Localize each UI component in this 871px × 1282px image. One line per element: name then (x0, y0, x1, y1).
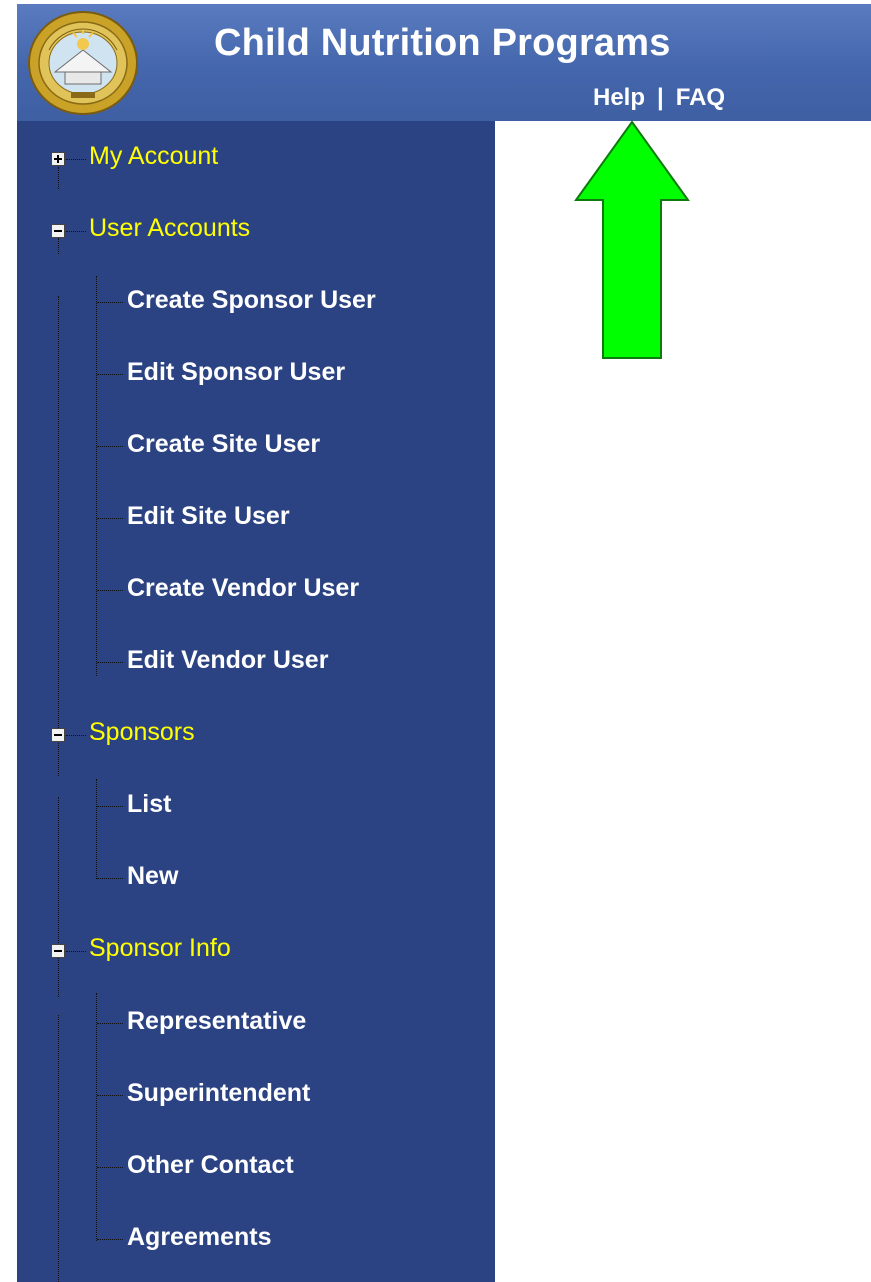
page-title: Child Nutrition Programs (214, 22, 671, 64)
collapse-icon[interactable] (51, 944, 65, 958)
tree-node-my-account[interactable]: My Account (17, 139, 495, 179)
menu-item-edit-sponsor-user[interactable]: Edit Sponsor User (17, 355, 495, 395)
menu-item-list[interactable]: List (17, 787, 495, 827)
menu-item-create-site-user[interactable]: Create Site User (17, 427, 495, 467)
menu-item-create-sponsor-user[interactable]: Create Sponsor User (17, 283, 495, 323)
sponsor-info-label[interactable]: Sponsor Info (89, 934, 231, 963)
tree-connector (97, 1095, 123, 1096)
my-account-label[interactable]: My Account (89, 142, 218, 171)
menu-item-label[interactable]: Agreements (127, 1223, 272, 1252)
tree-connector (97, 878, 123, 879)
menu-item-edit-site-user[interactable]: Edit Site User (17, 499, 495, 539)
faq-link[interactable]: FAQ (676, 84, 725, 111)
user-accounts-label[interactable]: User Accounts (89, 214, 250, 243)
menu-item-label[interactable]: Edit Vendor User (127, 646, 328, 675)
tree-node-sponsor-info[interactable]: Sponsor Info (17, 931, 495, 971)
tree-connector (97, 374, 123, 375)
menu-item-label[interactable]: Edit Sponsor User (127, 358, 345, 387)
menu-item-label[interactable]: Create Vendor User (127, 574, 359, 603)
left-gutter (0, 0, 17, 1282)
tree-node-sponsors[interactable]: Sponsors (17, 715, 495, 755)
menu-item-label[interactable]: Create Sponsor User (127, 286, 376, 315)
menu-item-representative[interactable]: Representative (17, 1004, 495, 1044)
tree-connector (66, 159, 86, 160)
green-up-arrow-icon (574, 120, 690, 359)
tree-connector (97, 1167, 123, 1168)
app-header: Child Nutrition Programs Help | FAQ (17, 4, 871, 121)
menu-item-new[interactable]: New (17, 859, 495, 899)
menu-item-agreements[interactable]: Agreements (17, 1220, 495, 1260)
header-links: Help | FAQ (593, 84, 725, 112)
tree-connector (97, 446, 123, 447)
menu-item-label[interactable]: Representative (127, 1007, 306, 1036)
menu-item-label[interactable]: New (127, 862, 178, 891)
menu-item-label[interactable]: Create Site User (127, 430, 320, 459)
help-link[interactable]: Help (593, 84, 645, 111)
tree-connector (97, 662, 123, 663)
tree-node-user-accounts[interactable]: User Accounts (17, 211, 495, 251)
menu-item-other-contact[interactable]: Other Contact (17, 1148, 495, 1188)
tree-connector (97, 1239, 123, 1240)
menu-item-superintendent[interactable]: Superintendent (17, 1076, 495, 1116)
tree-connector (97, 590, 123, 591)
link-separator: | (657, 84, 664, 111)
tree-connector (66, 231, 86, 232)
sidebar-tree-menu: My Account User Accounts Create Sponsor … (17, 121, 495, 1282)
collapse-icon[interactable] (51, 728, 65, 742)
menu-item-label[interactable]: List (127, 790, 171, 819)
tree-connector (97, 806, 123, 807)
state-seal-icon (28, 11, 138, 115)
menu-item-label[interactable]: Superintendent (127, 1079, 310, 1108)
collapse-icon[interactable] (51, 224, 65, 238)
tree-connector (97, 1023, 123, 1024)
menu-item-edit-vendor-user[interactable]: Edit Vendor User (17, 643, 495, 683)
menu-item-label[interactable]: Other Contact (127, 1151, 294, 1180)
tree-connector (97, 302, 123, 303)
tree-connector (96, 276, 97, 676)
tree-connector (66, 951, 86, 952)
menu-item-create-vendor-user[interactable]: Create Vendor User (17, 571, 495, 611)
menu-item-label[interactable]: Edit Site User (127, 502, 290, 531)
expand-icon[interactable] (51, 152, 65, 166)
tree-connector (66, 735, 86, 736)
tree-connector (97, 518, 123, 519)
sponsors-label[interactable]: Sponsors (89, 718, 195, 747)
